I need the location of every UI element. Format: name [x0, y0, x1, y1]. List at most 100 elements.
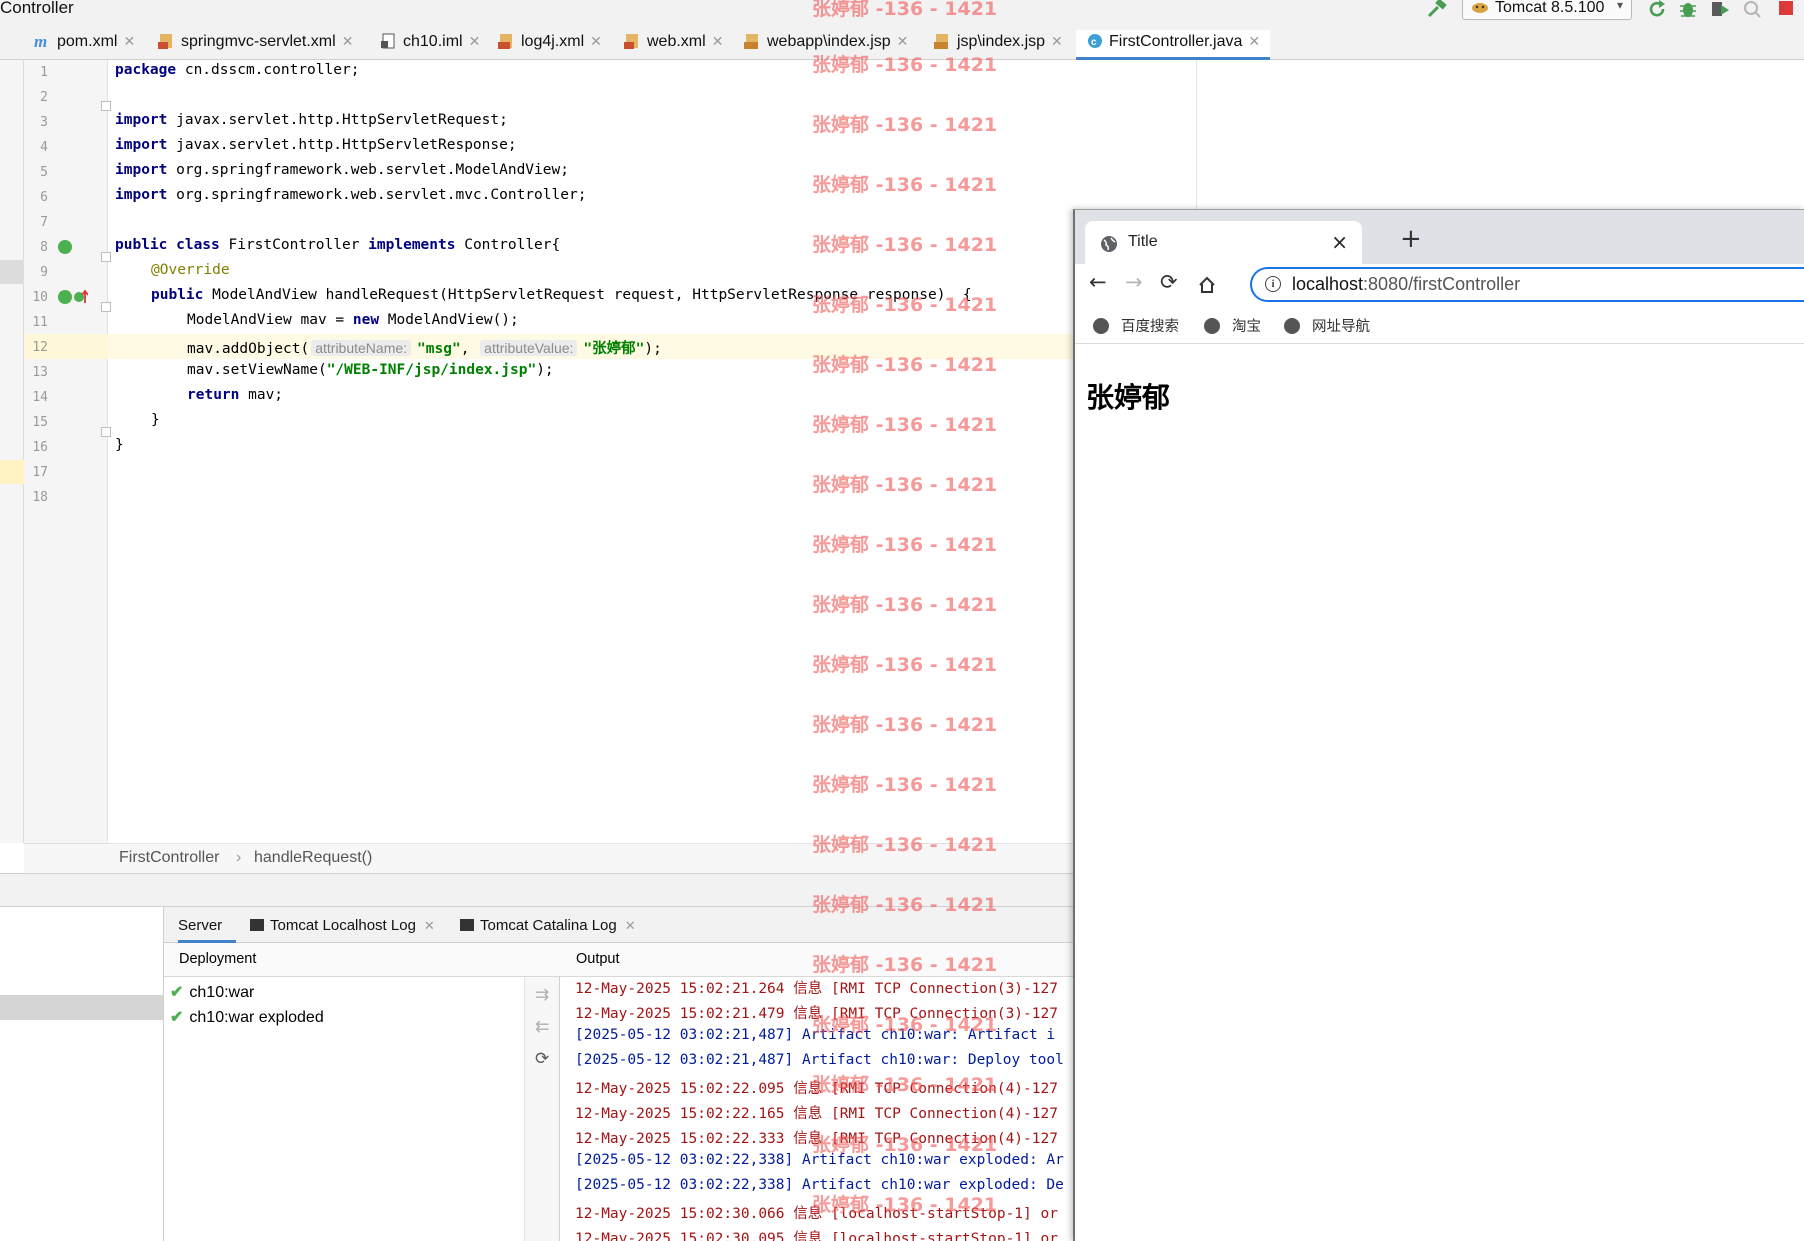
close-icon[interactable]: ✕: [469, 33, 481, 49]
globe-icon: [1284, 318, 1300, 334]
reload-icon[interactable]: ⟳: [1160, 270, 1178, 294]
spring-xml-icon: [158, 34, 172, 49]
close-icon[interactable]: ✕: [424, 918, 435, 933]
line-number: 10: [32, 290, 48, 305]
bookmark-taobao[interactable]: 淘宝: [1204, 315, 1261, 336]
code-line-11: ModelAndView mav = new ModelAndView();: [187, 312, 519, 328]
close-icon[interactable]: ✕: [712, 33, 724, 49]
stop-icon[interactable]: [1776, 0, 1796, 18]
profiler-icon[interactable]: [1742, 0, 1762, 18]
site-info-icon[interactable]: i: [1265, 276, 1281, 292]
fold-marker[interactable]: [101, 252, 111, 262]
gutter-marker: [0, 460, 24, 484]
line-number: 13: [32, 365, 48, 380]
code-line-14: return mav;: [187, 387, 284, 403]
breadcrumb-class[interactable]: FirstController: [119, 849, 219, 867]
tab-ch10-iml[interactable]: ch10.iml ✕: [380, 30, 480, 60]
jsp-file-icon: [934, 34, 948, 49]
class-implementation-icon[interactable]: [58, 240, 72, 254]
run-with-coverage-icon[interactable]: [1710, 0, 1730, 18]
debug-bug-icon[interactable]: [1678, 0, 1698, 18]
close-icon[interactable]: ×: [1331, 230, 1348, 254]
tab-tomcat-catalina-log[interactable]: Tomcat Catalina Log ✕: [460, 907, 636, 943]
fold-marker[interactable]: [101, 101, 111, 111]
deploy-icon[interactable]: ⇉: [535, 985, 549, 1005]
forward-arrow-icon[interactable]: →: [1125, 270, 1143, 294]
tab-tomcat-localhost-log[interactable]: Tomcat Localhost Log ✕: [250, 907, 435, 943]
back-arrow-icon[interactable]: ←: [1089, 270, 1107, 294]
deployment-item[interactable]: ✔ ch10:war exploded: [170, 1007, 324, 1027]
tab-label: springmvc-servlet.xml: [181, 33, 336, 50]
output-line: 12-May-2025 15:02:21.264 信息 [RMI TCP Con…: [575, 981, 1058, 997]
selected-tree-node[interactable]: [0, 995, 163, 1020]
output-line: 12-May-2025 15:02:22.165 信息 [RMI TCP Con…: [575, 1106, 1058, 1122]
line-number: 9: [40, 265, 48, 280]
tab-server[interactable]: Server: [178, 907, 237, 943]
close-icon[interactable]: ✕: [123, 33, 135, 49]
tab-label: webapp\index.jsp: [767, 33, 891, 50]
method-implementation-icon[interactable]: [58, 290, 72, 304]
new-tab-plus-icon[interactable]: +: [1400, 224, 1422, 254]
output-line: 12-May-2025 15:02:21.479 信息 [RMI TCP Con…: [575, 1006, 1058, 1022]
deployment-item[interactable]: ✔ ch10:war: [170, 982, 254, 1002]
code-line-3: import javax.servlet.http.HttpServletReq…: [115, 112, 508, 128]
url-text: localhost:8080/firstController: [1292, 274, 1521, 294]
output-line: 12-May-2025 15:02:22.333 信息 [RMI TCP Con…: [575, 1131, 1058, 1147]
tab-firstcontroller-java[interactable]: c FirstController.java ✕: [1076, 30, 1271, 60]
tab-label: jsp\index.jsp: [957, 33, 1046, 50]
parameter-hint: attributeValue:: [480, 340, 578, 356]
close-icon[interactable]: ✕: [1248, 33, 1260, 49]
tab-springmvc-servlet-xml[interactable]: springmvc-servlet.xml ✕: [158, 30, 353, 60]
line-number: 1: [40, 65, 48, 80]
tab-label: FirstController.java: [1109, 33, 1243, 50]
tab-pom-xml[interactable]: m pom.xml ✕: [34, 30, 135, 60]
browser-window: Title × + ← → ⟳ i localhost:8080/firstCo…: [1073, 209, 1804, 1241]
globe-icon: [1101, 236, 1117, 252]
line-number: 8: [40, 240, 48, 255]
close-icon[interactable]: ✕: [897, 33, 909, 49]
undeploy-icon[interactable]: ⇇: [535, 1017, 549, 1037]
fold-marker[interactable]: [101, 302, 111, 312]
run-configuration-select[interactable]: Tomcat 8.5.100 ▾: [1462, 0, 1632, 20]
close-icon[interactable]: ✕: [342, 33, 354, 49]
tab-web-xml[interactable]: web.xml ✕: [624, 30, 723, 60]
tomcat-icon: [1472, 3, 1488, 13]
line-number: 15: [32, 415, 48, 430]
output-console[interactable]: 12-May-2025 15:02:21.264 信息 [RMI TCP Con…: [560, 977, 1074, 1241]
fold-marker[interactable]: [101, 427, 111, 437]
code-line-10: public ModelAndView handleRequest(HttpSe…: [151, 287, 972, 303]
address-bar[interactable]: i localhost:8080/firstController: [1250, 267, 1804, 302]
refresh-icon[interactable]: ⟳: [535, 1049, 549, 1069]
java-class-icon: c: [1088, 34, 1102, 48]
web-xml-icon: [624, 34, 638, 49]
bookmark-nav[interactable]: 网址导航: [1284, 315, 1370, 336]
browser-tab[interactable]: Title ×: [1085, 221, 1362, 264]
code-editor[interactable]: 1 2 3 4 5 6 7 8 9 10 11 12 13 14 15 16 1…: [0, 60, 1074, 843]
line-number: 18: [32, 490, 48, 505]
build-hammer-icon[interactable]: [1426, 0, 1448, 18]
code-line-12: mav.addObject(attributeName: "msg", attri…: [187, 340, 662, 357]
close-icon[interactable]: ✕: [590, 33, 602, 49]
close-icon[interactable]: ✕: [1051, 33, 1063, 49]
line-number: 7: [40, 215, 48, 230]
xml-file-icon: [498, 34, 512, 49]
page-heading: 张婷郁: [1086, 381, 1171, 414]
services-tree[interactable]: [0, 907, 164, 1241]
iml-file-icon: [381, 33, 395, 49]
line-number: 16: [32, 440, 48, 455]
svg-text:m: m: [34, 33, 47, 49]
home-icon[interactable]: [1197, 275, 1217, 295]
tab-webapp-index-jsp[interactable]: webapp\index.jsp ✕: [744, 30, 908, 60]
breadcrumb-method[interactable]: handleRequest(): [254, 849, 372, 867]
bookmark-baidu[interactable]: 百度搜索: [1093, 315, 1179, 336]
tab-log4j-xml[interactable]: log4j.xml ✕: [498, 30, 602, 60]
services-tab-bar: Server Tomcat Localhost Log ✕ Tomcat Cata…: [164, 907, 1074, 943]
deployment-list[interactable]: ✔ ch10:war ✔ ch10:war exploded: [164, 977, 524, 1241]
close-icon[interactable]: ✕: [625, 918, 636, 933]
gutter-marker: [0, 260, 24, 284]
line-number: 2: [40, 90, 48, 105]
tab-jsp-index-jsp[interactable]: jsp\index.jsp ✕: [934, 30, 1063, 60]
override-arrow-icon[interactable]: [74, 289, 88, 305]
rerun-icon[interactable]: [1648, 0, 1668, 18]
output-line: 12-May-2025 15:02:22.095 信息 [RMI TCP Con…: [575, 1081, 1058, 1097]
